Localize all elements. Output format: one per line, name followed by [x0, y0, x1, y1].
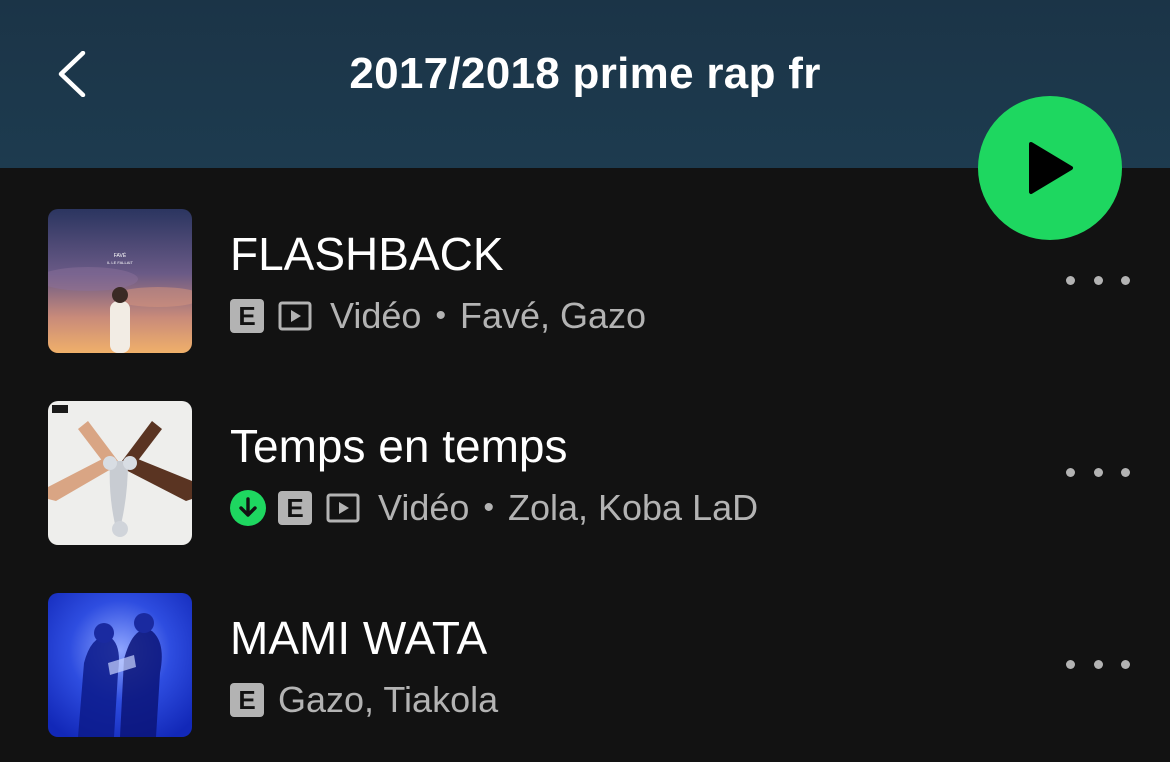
track-meta: E Vidéo • Favé, Gazo [230, 294, 646, 338]
track-title: MAMI WATA [230, 612, 488, 664]
meta-separator: • [435, 299, 446, 332]
more-dot [1121, 275, 1130, 285]
video-label: Vidéo [330, 295, 422, 336]
more-dot [1066, 659, 1075, 669]
album-cover: FAVÉ IL LE FALLAIT [48, 209, 192, 353]
playlist-screen: 2017/2018 prime rap fr FAVÉ IL LE FALLAI… [0, 0, 1170, 762]
more-dot [1093, 275, 1103, 285]
more-options-button[interactable] [1066, 452, 1130, 492]
downloaded-icon [230, 490, 266, 526]
more-options-button[interactable] [1066, 260, 1130, 300]
track-meta: E Gazo, Tiakola [230, 678, 498, 722]
more-dot [1093, 659, 1103, 669]
play-icon [1029, 142, 1073, 194]
track-row[interactable]: Temps en temps E Vidéo • Zola, Koba LaD [0, 360, 1170, 552]
more-dot [1121, 467, 1130, 477]
album-cover-art [48, 593, 192, 737]
explicit-badge: E [230, 683, 264, 717]
album-cover [48, 401, 192, 545]
more-options-button[interactable] [1066, 644, 1130, 684]
album-cover-art: FAVÉ IL LE FALLAIT [48, 209, 192, 353]
track-artists: Favé, Gazo [459, 295, 647, 336]
track-title: FLASHBACK [230, 228, 504, 280]
cover-text: IL LE FALLAIT [107, 260, 133, 265]
track-artists: Gazo, Tiakola [278, 679, 499, 720]
album-cover [48, 593, 192, 737]
more-dot [1093, 467, 1103, 477]
track-meta: E Vidéo • Zola, Koba LaD [230, 486, 758, 530]
video-label: Vidéo [378, 487, 470, 528]
more-dot [1121, 659, 1130, 669]
album-cover-art [48, 401, 192, 545]
play-button[interactable] [978, 96, 1122, 240]
video-icon [278, 301, 312, 331]
more-dot [1066, 275, 1075, 285]
explicit-badge: E [230, 299, 264, 333]
video-icon [326, 493, 360, 523]
more-dot [1066, 467, 1075, 477]
playlist-title: 2017/2018 prime rap fr [349, 49, 821, 98]
track-row[interactable]: MAMI WATA E Gazo, Tiakola [0, 552, 1170, 744]
track-title: Temps en temps [230, 420, 568, 472]
meta-separator: • [483, 491, 494, 524]
explicit-badge: E [278, 491, 312, 525]
track-artists: Zola, Koba LaD [507, 487, 759, 528]
cover-text: FAVÉ [114, 252, 127, 259]
